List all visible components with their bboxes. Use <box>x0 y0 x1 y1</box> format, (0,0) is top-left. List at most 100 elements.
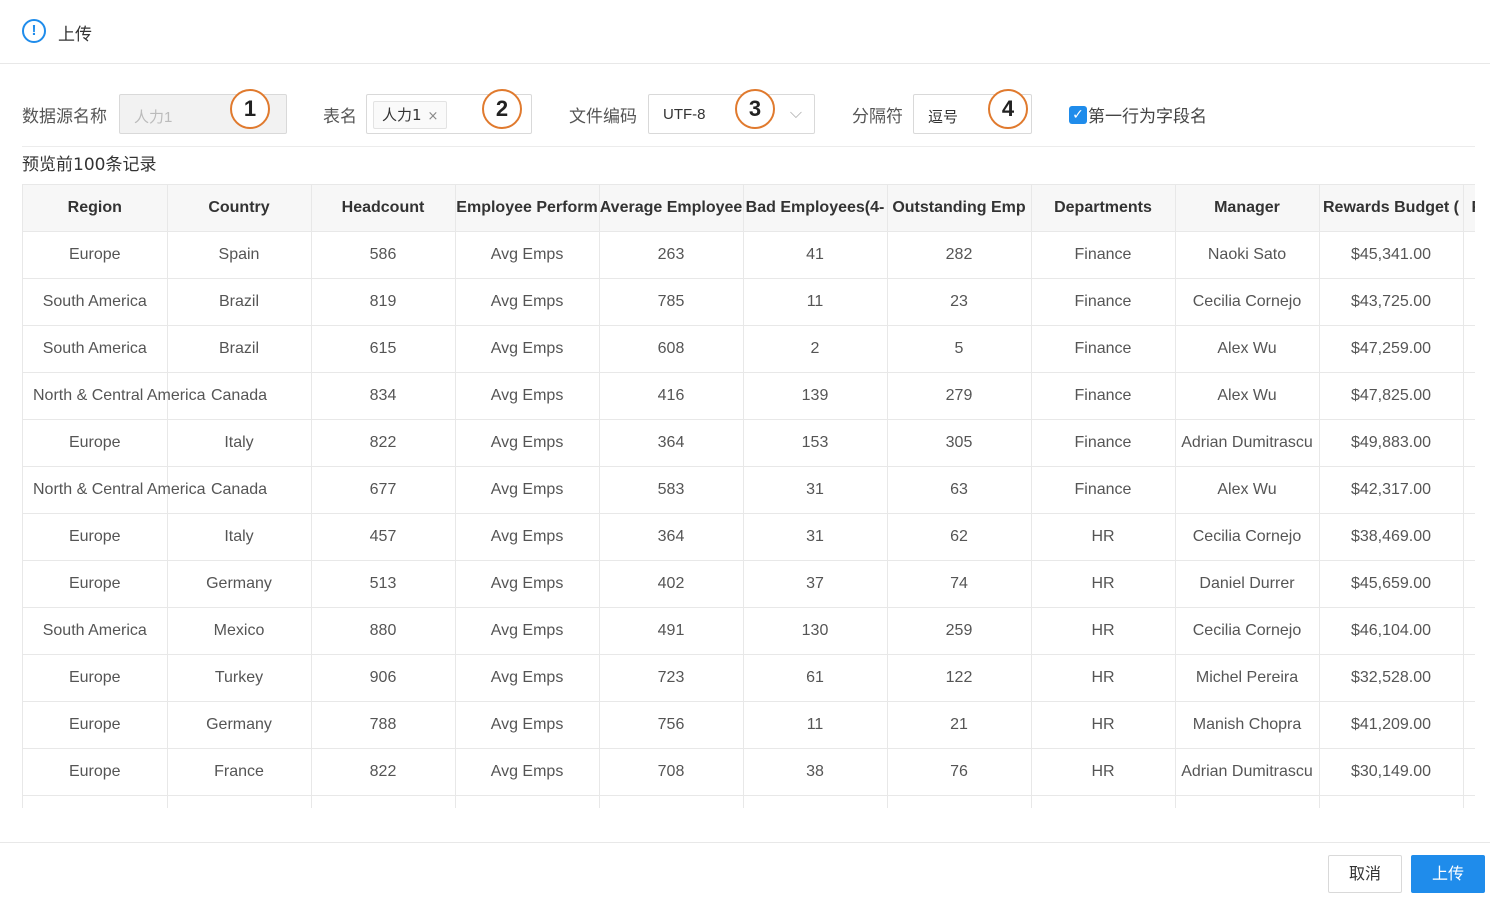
table-cell: Avg Emps <box>455 654 600 702</box>
table-cell: 785 <box>599 278 744 326</box>
table-cell: Avg Emps <box>455 419 600 467</box>
column-header: F <box>1463 184 1475 232</box>
table-cell: 31 <box>743 513 888 561</box>
column-header: Manager <box>1175 184 1320 232</box>
first-row-label[interactable]: 第一行为字段名 <box>1088 102 1207 127</box>
table-cell: 906 <box>311 654 456 702</box>
table-cell: 822 <box>311 748 456 796</box>
table-row: South America Brazil 615 Avg Emps 608 2 5 Finan… <box>23 325 1475 373</box>
table-cell <box>23 795 168 808</box>
table-cell: 11 <box>743 701 888 749</box>
table-cell: Adrian Dumitrascu <box>1175 419 1320 467</box>
table-row: Europe Germany 513 Avg Emps 402 37 74 HR Daniel … <box>23 560 1475 608</box>
table-cell: 2 <box>743 325 888 373</box>
table-cell: 76 <box>887 748 1032 796</box>
table-cell: 122 <box>887 654 1032 702</box>
table-cell: 259 <box>887 607 1032 655</box>
table-cell: $38,469.00 <box>1319 513 1464 561</box>
close-icon[interactable]: × <box>428 109 439 124</box>
table-cell: Europe <box>23 419 168 467</box>
table-cell: 279 <box>887 372 1032 420</box>
table-cell: Avg Emps <box>455 372 600 420</box>
table-cell <box>1463 372 1475 420</box>
table-cell: France <box>167 748 312 796</box>
table-cell: 5 <box>887 325 1032 373</box>
table-cell: 402 <box>599 560 744 608</box>
table-cell: 756 <box>599 701 744 749</box>
table-cell <box>1463 701 1475 749</box>
table-cell: 23 <box>887 278 1032 326</box>
table-cell <box>1463 607 1475 655</box>
table-cell <box>1463 654 1475 702</box>
table-cell <box>1463 231 1475 279</box>
preview-table-container[interactable]: Region Country Headcount Employee Perfor… <box>22 184 1475 808</box>
dialog-footer: 取消 上传 <box>0 842 1490 916</box>
table-row: Europe Turkey 906 Avg Emps 723 61 122 HR Michel … <box>23 654 1475 702</box>
table-cell: $43,725.00 <box>1319 278 1464 326</box>
table-cell: 41 <box>743 231 888 279</box>
column-header: Region <box>23 184 168 232</box>
table-cell: North & Central America <box>23 466 206 514</box>
table-cell: Cecilia Cornejo <box>1175 278 1320 326</box>
table-cell: 491 <box>599 607 744 655</box>
table-cell: 457 <box>311 513 456 561</box>
table-cell: 880 <box>311 607 456 655</box>
column-header: Bad Employees(4- <box>743 184 888 232</box>
table-cell: Turkey <box>167 654 312 702</box>
table-cell <box>1031 795 1176 808</box>
table-cell: 723 <box>599 654 744 702</box>
table-cell: 263 <box>599 231 744 279</box>
table-cell: Brazil <box>167 325 312 373</box>
table-cell: $47,259.00 <box>1319 325 1464 373</box>
table-cell: Naoki Sato <box>1175 231 1320 279</box>
table-cell <box>167 795 312 808</box>
column-header: Country <box>167 184 312 232</box>
table-cell: HR <box>1031 654 1176 702</box>
table-cell: Daniel Durrer <box>1175 560 1320 608</box>
table-cell: 62 <box>887 513 1032 561</box>
table-cell: 364 <box>599 513 744 561</box>
table-cell <box>455 795 600 808</box>
table-cell: Finance <box>1031 466 1176 514</box>
preview-table: Region Country Headcount Employee Perfor… <box>23 184 1475 808</box>
table-row: North & Central America Canada 834 Avg Emps… <box>23 372 1475 420</box>
table-cell: Michel Pereira <box>1175 654 1320 702</box>
table-cell: 586 <box>311 231 456 279</box>
table-cell: 37 <box>743 560 888 608</box>
table-row: South America Mexico 880 Avg Emps 491 130 259 H… <box>23 607 1475 655</box>
table-cell: $32,528.00 <box>1319 654 1464 702</box>
table-cell: 282 <box>887 231 1032 279</box>
column-header: Average Employee <box>599 184 744 232</box>
table-cell: HR <box>1031 607 1176 655</box>
table-cell: HR <box>1031 701 1176 749</box>
first-row-checkbox[interactable]: ✓ <box>1069 106 1087 124</box>
table-cell: Finance <box>1031 231 1176 279</box>
table-cell: HR <box>1031 748 1176 796</box>
table-cell: $46,104.00 <box>1319 607 1464 655</box>
encoding-label: 文件编码 <box>569 107 637 127</box>
table-cell: 63 <box>887 466 1032 514</box>
table-cell <box>311 795 456 808</box>
table-cell: 31 <box>743 466 888 514</box>
step-badge-2: 2 <box>482 89 522 129</box>
table-cell: 677 <box>311 466 456 514</box>
table-cell: 364 <box>599 419 744 467</box>
encoding-select[interactable]: UTF-8 ⌵ <box>648 94 815 134</box>
upload-button[interactable]: 上传 <box>1411 855 1485 893</box>
table-cell: Avg Emps <box>455 513 600 561</box>
table-cell: $49,883.00 <box>1319 419 1464 467</box>
table-cell: 74 <box>887 560 1032 608</box>
table-row: Europe Spain 586 Avg Emps 263 41 282 Finance Nao… <box>23 231 1475 279</box>
cancel-button[interactable]: 取消 <box>1328 855 1402 893</box>
table-cell: Avg Emps <box>455 701 600 749</box>
table-cell: Avg Emps <box>455 278 600 326</box>
table-cell: Europe <box>23 513 168 561</box>
table-cell <box>1463 513 1475 561</box>
table-row: Europe Italy 457 Avg Emps 364 31 62 HR Cecilia C… <box>23 513 1475 561</box>
column-header: Headcount <box>311 184 456 232</box>
table-cell: South America <box>23 325 168 373</box>
table-row: South America Brazil 819 Avg Emps 785 11 23 Fin… <box>23 278 1475 326</box>
divider <box>22 146 1475 147</box>
step-badge-1: 1 <box>230 89 270 129</box>
table-cell: Germany <box>167 560 312 608</box>
